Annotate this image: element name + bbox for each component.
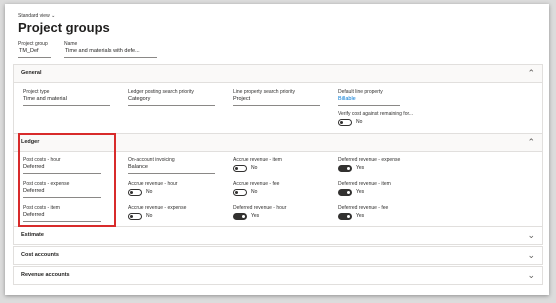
chevron-down-icon[interactable]: ⌄	[527, 269, 535, 281]
name-label: Name	[64, 41, 78, 47]
chevron-up-icon[interactable]: ⌃	[527, 136, 535, 148]
project-group-label: Project group	[18, 41, 48, 47]
estimate-section-header[interactable]: Estimate ⌄	[13, 226, 543, 245]
deferred-revenue-expense-label: Deferred revenue - expense	[338, 157, 401, 163]
chevron-down-icon[interactable]: ⌄	[527, 249, 535, 261]
general-section-title: General	[21, 70, 42, 76]
toggle-knob	[235, 191, 238, 194]
on-account-invoicing-field[interactable]: Balance	[128, 164, 215, 174]
on-account-invoicing-label: On-account invoicing	[128, 157, 175, 163]
toggle-knob	[130, 191, 133, 194]
toggle-state-label: No	[146, 189, 153, 195]
deferred-revenue-fee-label: Deferred revenue - fee	[338, 205, 389, 211]
toggle-knob	[130, 215, 133, 218]
toggle-knob	[235, 167, 238, 170]
accrue-revenue-item-toggle[interactable]: No	[233, 165, 273, 173]
cost-accounts-section-title: Cost accounts	[21, 252, 59, 258]
toggle-knob	[347, 167, 350, 170]
accrue-revenue-fee-label: Accrue revenue - fee	[233, 181, 280, 187]
project-type-label: Project type	[23, 89, 50, 95]
deferred-revenue-item-toggle[interactable]: Yes	[338, 189, 378, 197]
accrue-revenue-item-label: Accrue revenue - item	[233, 157, 282, 163]
accrue-revenue-hour-toggle[interactable]: No	[128, 189, 168, 197]
toggle-state-label: Yes	[251, 213, 260, 219]
estimate-section-title: Estimate	[21, 232, 44, 238]
view-switcher[interactable]: Standard view ⌄	[18, 13, 55, 19]
revenue-accounts-section-title: Revenue accounts	[21, 272, 70, 278]
toggle-state-label: No	[146, 213, 153, 219]
revenue-accounts-section-header[interactable]: Revenue accounts ⌄	[13, 266, 543, 285]
line-property-priority-field[interactable]: Project	[233, 96, 320, 106]
chevron-down-icon[interactable]: ⌄	[527, 229, 535, 241]
chevron-up-icon[interactable]: ⌃	[527, 67, 535, 79]
toggle-state-label: No	[356, 119, 363, 125]
accrue-revenue-fee-toggle[interactable]: No	[233, 189, 273, 197]
line-property-priority-label: Line property search priority	[233, 89, 295, 95]
verify-cost-label: Verify cost against remaining for...	[338, 111, 414, 117]
verify-cost-toggle[interactable]: No	[338, 119, 378, 127]
default-line-property-field[interactable]: Billable	[338, 96, 400, 106]
ledger-posting-priority-field[interactable]: Category	[128, 96, 215, 106]
accrue-revenue-expense-toggle[interactable]: No	[128, 213, 168, 221]
toggle-state-label: Yes	[356, 165, 365, 171]
project-group-field[interactable]: TM_Def	[18, 48, 51, 58]
general-section-body: Project type Time and material Ledger po…	[13, 83, 543, 134]
page-title: Project groups	[18, 20, 110, 35]
name-field[interactable]: Time and materials with defe...	[64, 48, 157, 58]
deferred-revenue-hour-label: Deferred revenue - hour	[233, 205, 287, 211]
toggle-knob	[347, 191, 350, 194]
ledger-posting-priority-label: Ledger posting search priority	[128, 89, 194, 95]
toggle-knob	[242, 215, 245, 218]
project-type-field[interactable]: Time and material	[23, 96, 110, 106]
toggle-knob	[347, 215, 350, 218]
chevron-down-icon: ⌄	[51, 13, 56, 19]
deferred-revenue-item-label: Deferred revenue - item	[338, 181, 391, 187]
cost-accounts-section-header[interactable]: Cost accounts ⌄	[13, 246, 543, 265]
deferred-revenue-hour-toggle[interactable]: Yes	[233, 213, 273, 221]
toggle-state-label: Yes	[356, 189, 365, 195]
accrue-revenue-hour-label: Accrue revenue - hour	[128, 181, 178, 187]
accrue-revenue-expense-label: Accrue revenue - expense	[128, 205, 187, 211]
deferred-revenue-expense-toggle[interactable]: Yes	[338, 165, 378, 173]
general-section-header[interactable]: General ⌃	[13, 64, 543, 83]
app-window: Standard view ⌄ Project groups Project g…	[5, 4, 549, 295]
toggle-state-label: Yes	[356, 213, 365, 219]
toggle-state-label: No	[251, 189, 258, 195]
deferred-revenue-fee-toggle[interactable]: Yes	[338, 213, 378, 221]
toggle-state-label: No	[251, 165, 258, 171]
default-line-property-label: Default line property	[338, 89, 383, 95]
ledger-post-costs-highlight	[18, 133, 116, 227]
toggle-knob	[340, 121, 343, 124]
